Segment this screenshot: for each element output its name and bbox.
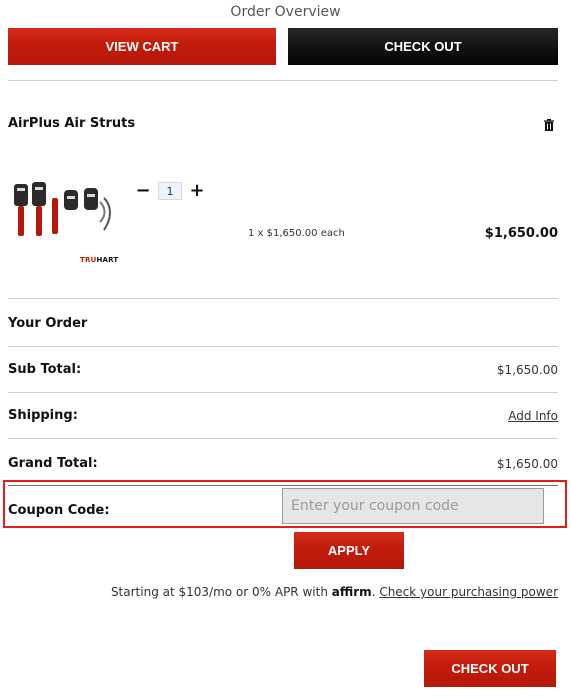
quantity-stepper: − 1 + bbox=[134, 182, 206, 200]
checkout-bottom-button[interactable]: CHECK OUT bbox=[424, 650, 556, 687]
divider-your-order bbox=[8, 346, 558, 347]
sub-total-label: Sub Total: bbox=[8, 362, 82, 377]
brand-logo-red: TRU bbox=[80, 256, 97, 264]
shipping-label: Shipping: bbox=[8, 408, 78, 423]
divider-shipping bbox=[8, 438, 558, 439]
shipping-row: Shipping: Add Info bbox=[8, 408, 558, 423]
divider-product-bottom bbox=[8, 298, 558, 299]
checkout-top-button[interactable]: CHECK OUT bbox=[288, 28, 558, 65]
brand-logo: TRUHART bbox=[80, 256, 118, 264]
coupon-row: Coupon Code: bbox=[8, 503, 238, 518]
your-order-row: Your Order bbox=[8, 316, 558, 331]
your-order-label: Your Order bbox=[8, 316, 88, 331]
affirm-prefix: Starting at $103/mo or 0% APR with bbox=[110, 585, 328, 599]
line-total: $1,650.00 bbox=[484, 226, 558, 241]
unit-price-text: 1 x $1,650.00 each bbox=[248, 228, 345, 239]
divider-top bbox=[8, 80, 558, 81]
sub-total-row: Sub Total: $1,650.00 bbox=[8, 362, 558, 377]
quantity-input[interactable]: 1 bbox=[158, 182, 182, 200]
apply-coupon-button[interactable]: APPLY bbox=[294, 532, 404, 569]
view-cart-button[interactable]: VIEW CART bbox=[8, 28, 276, 65]
add-info-link[interactable]: Add Info bbox=[508, 409, 558, 423]
affirm-suffix: . bbox=[371, 585, 376, 599]
coupon-code-label: Coupon Code: bbox=[8, 503, 110, 518]
grand-total-row: Grand Total: $1,650.00 bbox=[8, 456, 558, 471]
affirm-logo: affirm bbox=[331, 585, 372, 599]
grand-total-label: Grand Total: bbox=[8, 456, 98, 471]
brand-logo-black: HART bbox=[96, 256, 119, 264]
product-name: AirPlus Air Struts bbox=[8, 116, 136, 131]
grand-total-value: $1,650.00 bbox=[496, 456, 558, 471]
affirm-purchasing-power-link[interactable]: Check your purchasing power bbox=[379, 585, 558, 599]
order-overview-page: Order Overview VIEW CART CHECK OUT AirPl… bbox=[0, 0, 571, 700]
affirm-financing-text: Starting at $103/mo or 0% APR with affir… bbox=[0, 585, 558, 599]
page-title: Order Overview bbox=[230, 4, 341, 20]
coupon-input[interactable]: Enter your coupon code bbox=[282, 488, 544, 524]
divider-sub-total bbox=[8, 392, 558, 393]
trash-icon[interactable] bbox=[542, 118, 556, 132]
minus-icon[interactable]: − bbox=[134, 182, 152, 200]
plus-icon[interactable]: + bbox=[188, 182, 206, 200]
product-image bbox=[14, 182, 111, 236]
sub-total-value: $1,650.00 bbox=[496, 362, 558, 377]
